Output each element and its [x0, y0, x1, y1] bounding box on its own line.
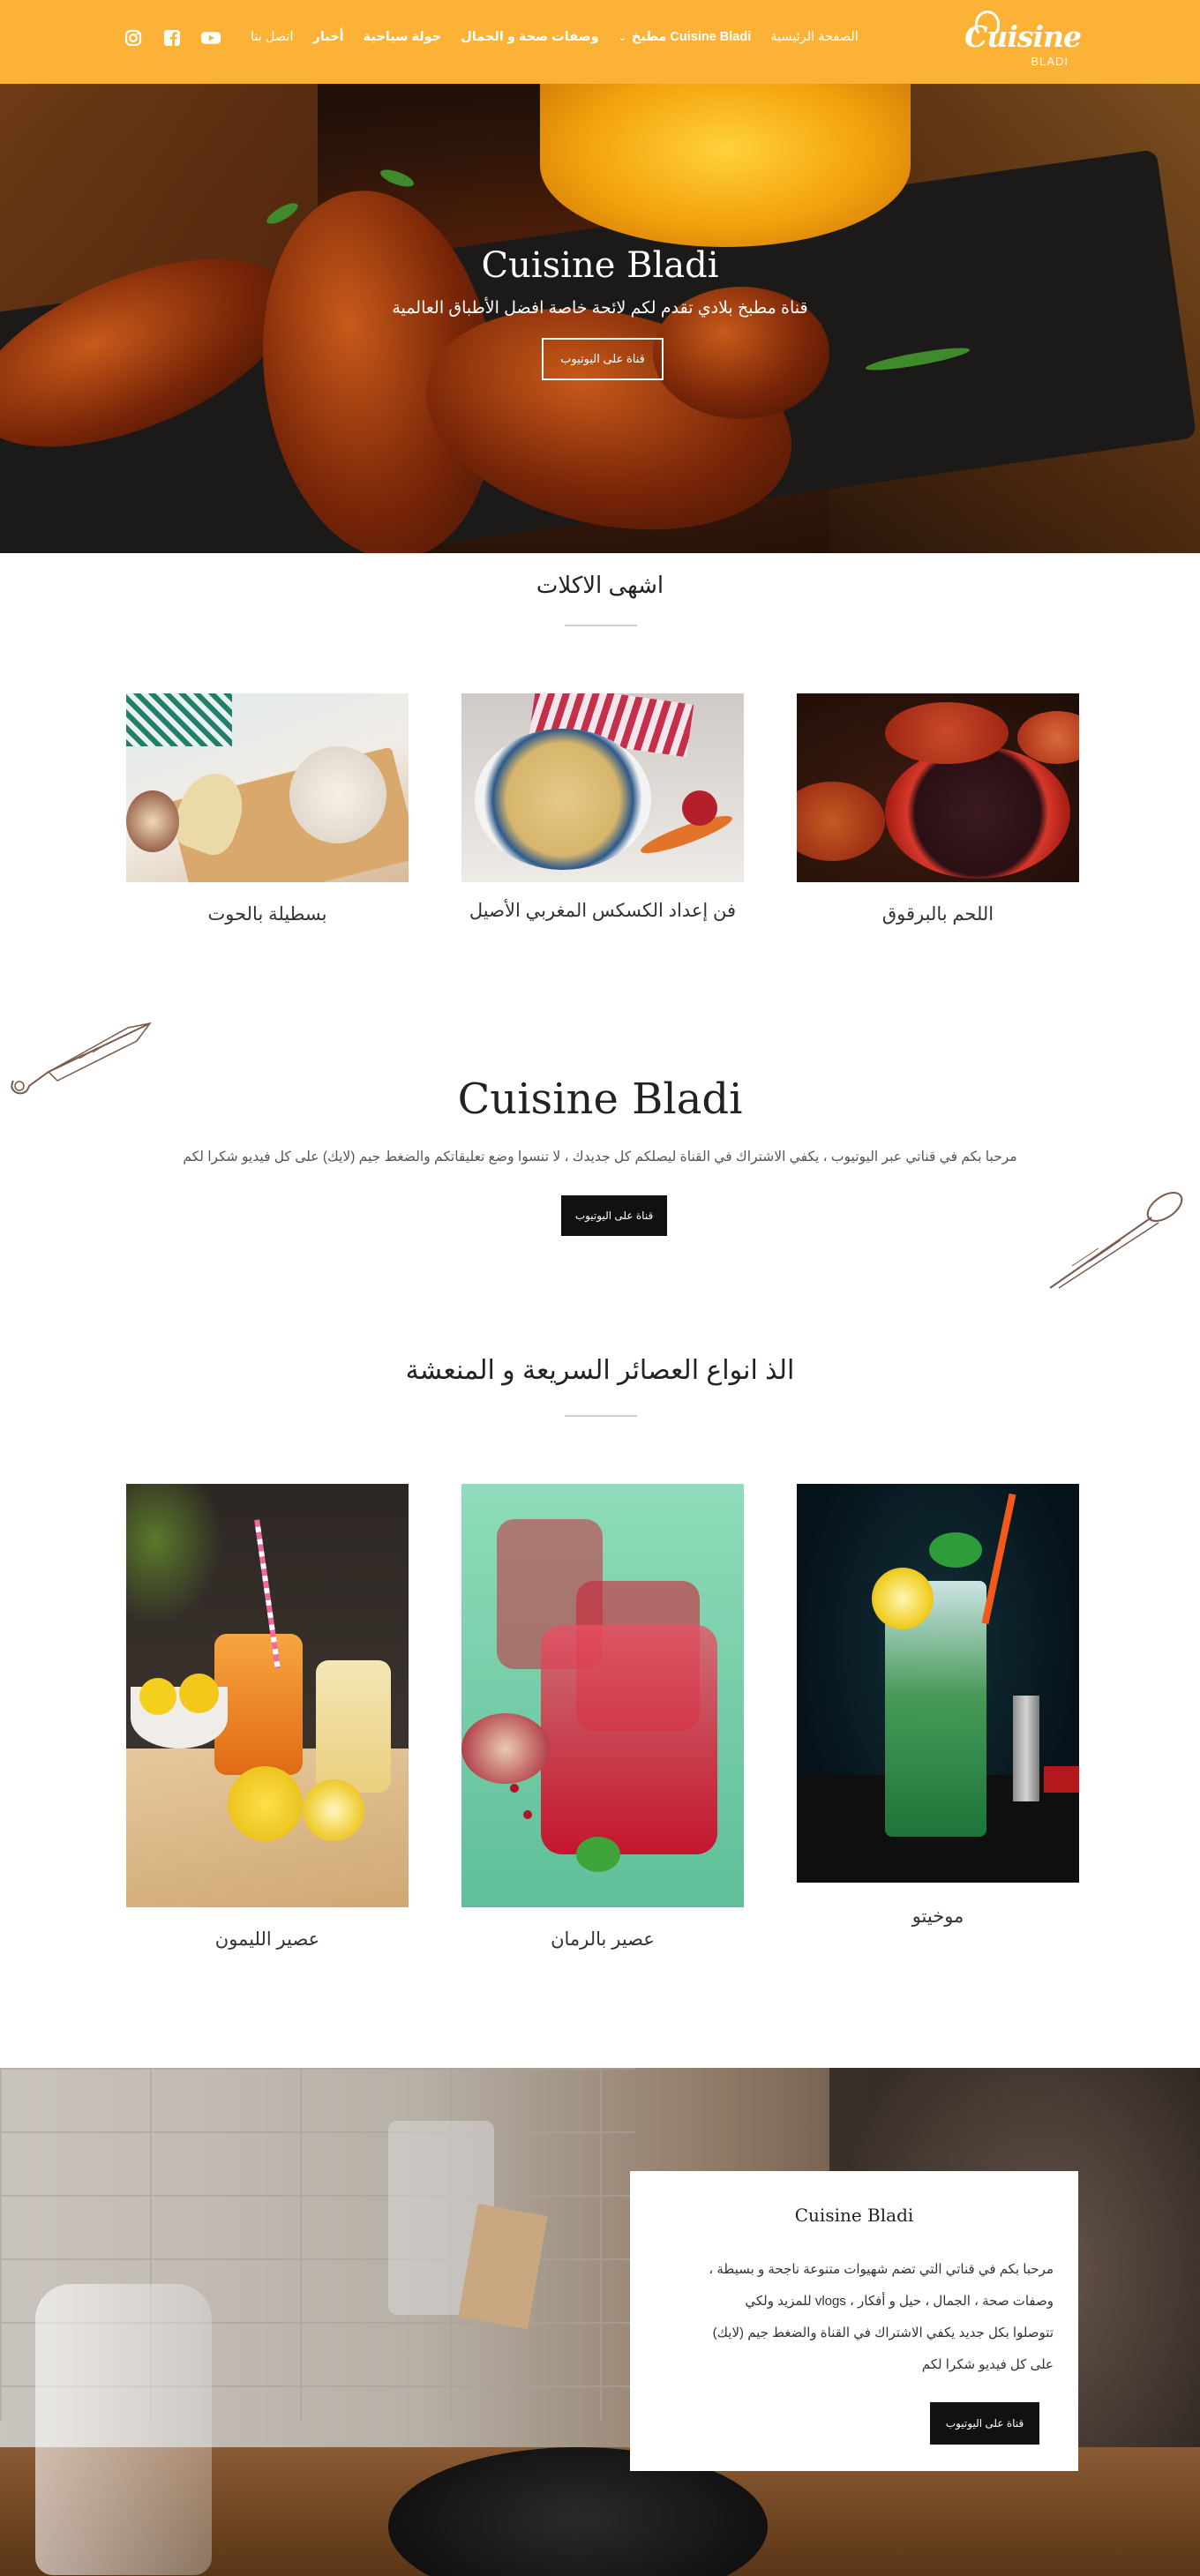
- instagram-icon[interactable]: [124, 28, 143, 48]
- site-logo[interactable]: Cuisine BLADI: [964, 9, 1082, 75]
- card-label: عصير الليمون: [214, 1929, 320, 1950]
- about-line: تتوصلوا بكل جديد يكفي الاشتراك في القناة…: [712, 2325, 1054, 2340]
- card-label: اللحم بالبرقوق: [881, 904, 994, 925]
- menu-news[interactable]: أخبار: [312, 30, 343, 44]
- card-label: فن إعداد الكسكس المغربي الأصيل: [469, 901, 737, 921]
- menu-health-beauty[interactable]: وصفات صحة و الجمال: [461, 30, 598, 44]
- menu-contact[interactable]: اتصل بنا: [251, 30, 293, 44]
- about-line: مرحبا بكم في قناتي التي تضم شهيوات متنوع…: [709, 2262, 1054, 2277]
- meat-prunes-image[interactable]: [797, 693, 1079, 882]
- top-navbar: اتصل بنا أخبار جولة سياحية وصفات صحة و ا…: [0, 0, 1200, 84]
- about-card: Cuisine Bladi مرحبا بكم في قناتي التي تض…: [630, 2171, 1078, 2471]
- lemon-juice-image[interactable]: [126, 1484, 409, 1907]
- couscous-image[interactable]: [461, 693, 744, 882]
- logo-subtext: BLADI: [1031, 55, 1069, 68]
- title-divider: [565, 1415, 637, 1417]
- wooden-spoon-icon: [1049, 1192, 1183, 1289]
- card-label: موخيتو: [911, 1906, 964, 1927]
- juices-section-title: الذ انواع العصائر السريعة و المنعشة: [405, 1356, 795, 1385]
- hero-subtitle: قناة مطبخ بلادي تقدم لكم لائحة خاصة افضل…: [392, 299, 808, 318]
- about-line: وصفات صحة ، الجمال ، حيل و أفكار ، vlogs…: [745, 2294, 1054, 2309]
- social-links: [124, 28, 221, 48]
- intro-title: Cuisine Bladi: [457, 1075, 743, 1124]
- intro-text: مرحبا بكم في قناتي عبر اليوتيوب ، يكفي ا…: [183, 1149, 1017, 1164]
- jar-image: [35, 2284, 212, 2575]
- hero-youtube-button[interactable]: قناة على اليوتيوب: [542, 338, 664, 380]
- youtube-icon[interactable]: [201, 28, 221, 48]
- chevron-down-icon: ⌄: [618, 32, 626, 43]
- mojito-image[interactable]: [797, 1484, 1079, 1883]
- card-label: بسطيلة بالحوت: [207, 904, 327, 925]
- about-title: Cuisine Bladi: [794, 2205, 914, 2226]
- logo-text: Cuisine: [964, 19, 1082, 54]
- about-youtube-button[interactable]: قناة على اليوتيوب: [930, 2402, 1039, 2445]
- menu-kitchen-label: مطبخ Cuisine Bladi: [631, 30, 752, 44]
- facebook-icon[interactable]: [162, 28, 182, 48]
- title-divider: [565, 625, 637, 626]
- about-text: مرحبا بكم في قناتي التي تضم شهيوات متنوع…: [665, 2254, 1054, 2381]
- bastilla-image[interactable]: [126, 693, 409, 882]
- herb-garnish: [378, 166, 416, 191]
- menu-kitchen[interactable]: ⌄ مطبخ Cuisine Bladi: [619, 30, 752, 44]
- hero-banner: Cuisine Bladi قناة مطبخ بلادي تقدم لكم ل…: [0, 84, 1200, 553]
- meals-section-title: اشهى الاكلات: [536, 572, 664, 598]
- card-label: عصير بالرمان: [551, 1929, 655, 1950]
- about-line: على كل فيديو شكرا لكم: [921, 2357, 1054, 2372]
- main-menu: اتصل بنا أخبار جولة سياحية وصفات صحة و ا…: [251, 30, 859, 44]
- menu-tour[interactable]: جولة سياحية: [364, 30, 442, 44]
- sauce-bowl-image: [540, 84, 911, 247]
- pomegranate-juice-image[interactable]: [461, 1484, 744, 1907]
- hero-title: Cuisine Bladi: [481, 245, 719, 286]
- intro-youtube-button[interactable]: قناة على اليوتيوب: [561, 1195, 667, 1236]
- menu-home[interactable]: الصفحة الرئيسية: [770, 30, 858, 44]
